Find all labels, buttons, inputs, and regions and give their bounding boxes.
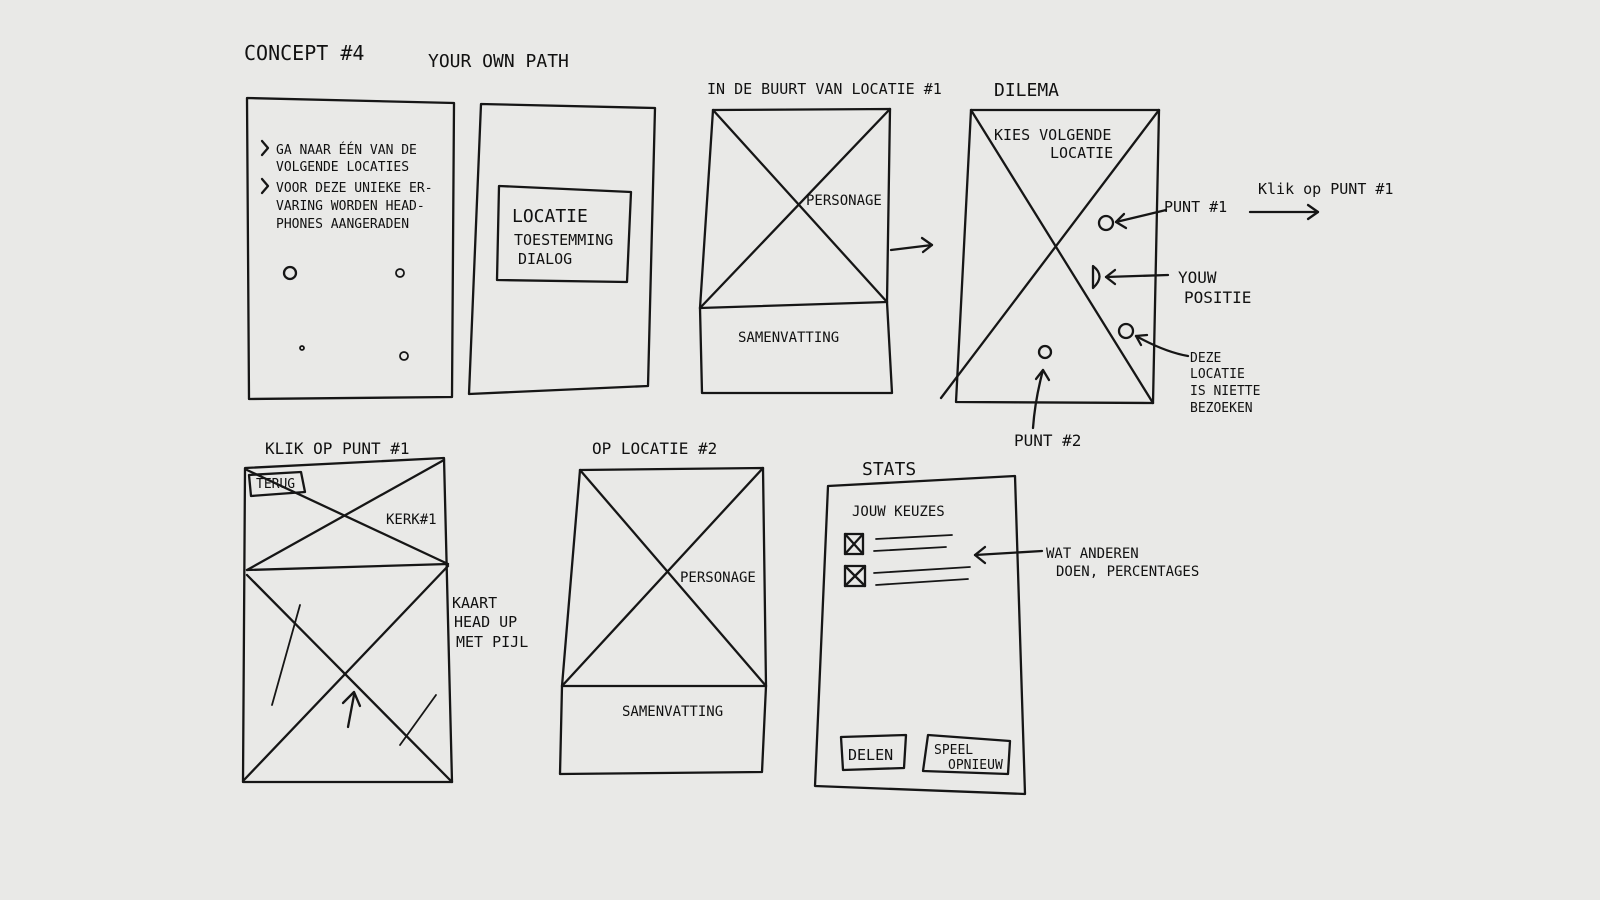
screen1-bullet-line-3: VOOR DEZE UNIEKE ER-: [276, 181, 433, 196]
screen2-dialog-line-3: DIALOG: [518, 250, 572, 268]
screen1-bullet-line-4: VARING WORDEN HEAD-: [276, 199, 425, 214]
screen4-visited-line-3: IS NIETTE: [1190, 384, 1260, 399]
screen7-share-button-label: DELEN: [848, 746, 893, 764]
screen5-map-street-2: [399, 694, 437, 746]
screen7-choice-check-icon-1: [843, 532, 865, 556]
screen1-location-dot-1: [282, 265, 298, 281]
screen6-character-label: PERSONAGE: [680, 570, 756, 586]
screen4-visited-line-4: BEZOEKEN: [1190, 401, 1253, 416]
screen7-frame: [813, 474, 1027, 796]
screen1-bullet-line-5: PHONES AANGERADEN: [276, 217, 409, 232]
screen7-choice-bar-2: [873, 566, 971, 586]
screen7-replay-button-line-1: SPEEL: [934, 743, 973, 758]
screen4-point2-pointer: [1031, 368, 1045, 430]
screen3-summary-panel: [698, 300, 894, 395]
screen7-others-note-line-1: WAT ANDEREN: [1046, 546, 1139, 562]
screen3-title: IN DE BUURT VAN LOCATIE #1: [707, 80, 942, 98]
screen4-title: DILEMA: [994, 80, 1059, 101]
screen3-character-label: PERSONAGE: [806, 193, 882, 209]
screen2-dialog-line-2: TOESTEMMING: [514, 231, 613, 249]
screen1-location-dot-4: [399, 351, 409, 361]
screen4-header-line-2: LOCATIE: [1050, 144, 1113, 162]
screen4-visited-pointer: [1134, 334, 1190, 358]
screen4-position-label-line-2: POSITIE: [1184, 288, 1251, 307]
screen7-title: STATS: [862, 459, 916, 480]
screen5-church-label: KERK#1: [386, 512, 437, 528]
screen6-summary-panel: [558, 684, 768, 776]
screen4-visited-line-2: LOCATIE: [1190, 367, 1245, 382]
screen4-point1-marker: [1097, 214, 1115, 232]
screen3-summary-label: SAMENVATTING: [738, 330, 839, 346]
screen4-point1-label: PUNT #1: [1164, 198, 1227, 216]
screen1-location-dot-3: [299, 345, 305, 351]
screen7-choice-check-icon-2: [843, 564, 867, 588]
screen4-point2-marker: [1037, 344, 1053, 360]
screen5-map-note-line-2: HEAD UP: [454, 613, 517, 631]
concept-subtitle: YOUR OWN PATH: [428, 51, 569, 72]
wireframe-sketch: CONCEPT #4 YOUR OWN PATH GA NAAR ÉÉN VAN…: [241, 41, 1393, 796]
concept-title: CONCEPT #4: [244, 41, 364, 65]
screen1-location-dot-2: [395, 268, 405, 278]
screen4-position-label-line-1: YOUW: [1178, 268, 1217, 287]
screen4-point2-label: PUNT #2: [1014, 431, 1081, 450]
screen4-visited-line-1: DEZE: [1190, 351, 1221, 366]
screen5-heading-arrow-shaft: [346, 693, 356, 729]
screen6-summary-label: SAMENVATTING: [622, 704, 723, 720]
screen5-image-divider: [245, 562, 450, 572]
screen7-choice-bar-1: [873, 534, 953, 552]
screen5-title: KLIK OP PUNT #1: [265, 439, 410, 458]
screen5-map-cross-1: [245, 573, 454, 784]
screen1-bullet-chevron-2: [260, 177, 270, 195]
screen5-frame: [241, 456, 454, 784]
screen7-choices-label: JOUW KEUZES: [852, 504, 945, 520]
screen6-title: OP LOCATIE #2: [592, 439, 717, 458]
screen4-position-pointer: [1104, 273, 1170, 279]
screen7-others-note-line-2: DOEN, PERCENTAGES: [1056, 564, 1199, 580]
screen4-position-marker-icon: [1091, 264, 1101, 290]
screen4-visited-location-marker: [1117, 322, 1135, 340]
screen4-header-line-1: KIES VOLGENDE: [994, 126, 1111, 144]
sketch-canvas: CONCEPT #4 YOUR OWN PATH GA NAAR ÉÉN VAN…: [0, 0, 1600, 900]
screen1-bullet-line-1: GA NAAR ÉÉN VAN DE: [276, 142, 417, 158]
screen1-bullet-line-2: VOLGENDE LOCATIES: [276, 160, 409, 175]
screen1-bullet-chevron-1: [260, 139, 270, 157]
screen5-map-note-line-3: MET PIJL: [456, 633, 528, 651]
screen4-click-note: Klik op PUNT #1: [1258, 180, 1393, 198]
screen7-replay-button-line-2: OPNIEUW: [948, 758, 1003, 773]
screen7-others-pointer: [973, 549, 1044, 557]
screen5-map-street-1: [271, 604, 301, 706]
screen5-map-note-line-1: KAART: [452, 594, 497, 612]
screen2-dialog-line-1: LOCATIE: [512, 206, 588, 227]
